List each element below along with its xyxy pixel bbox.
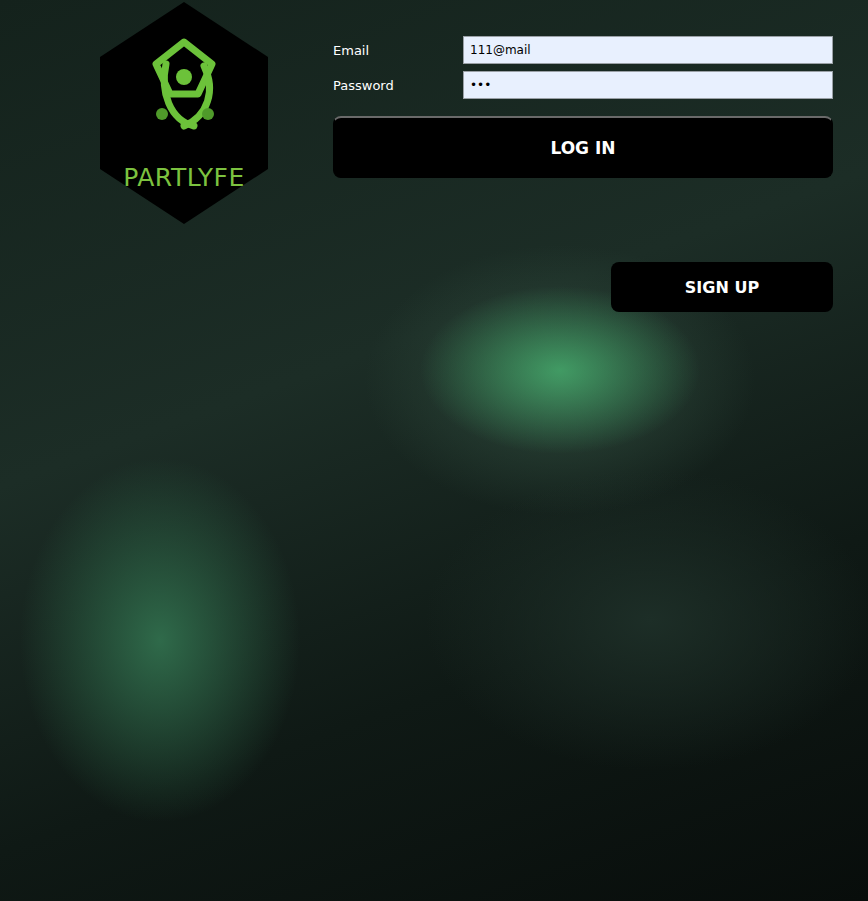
logo-text: PARTLYFE bbox=[123, 163, 244, 192]
field-input[interactable] bbox=[463, 71, 833, 99]
login-page: PARTLYFE Email Password LOG IN SIGN UP bbox=[0, 0, 868, 901]
login-button[interactable]: LOG IN bbox=[333, 116, 833, 178]
field-input[interactable] bbox=[463, 36, 833, 64]
field-label: Password bbox=[333, 78, 463, 93]
field-label: Email bbox=[333, 43, 463, 58]
signup-button[interactable]: SIGN UP bbox=[611, 262, 833, 312]
partlyfe-logo-icon: PARTLYFE bbox=[100, 2, 268, 224]
login-form: Email Password LOG IN SIGN UP bbox=[333, 2, 833, 312]
